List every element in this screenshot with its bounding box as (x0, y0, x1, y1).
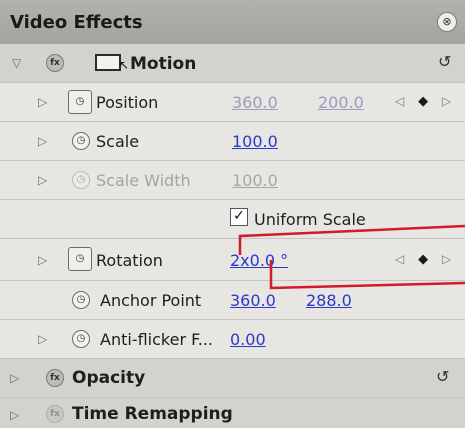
rotation-stopwatch-icon[interactable]: ◷ (68, 247, 92, 271)
motion-expand-triangle-icon[interactable]: ▽ (12, 56, 21, 70)
anti-flicker-value[interactable]: 0.00 (230, 330, 266, 349)
uniform-scale-checkbox[interactable]: ✓ (230, 208, 248, 226)
time-remapping-effect-row[interactable]: ▷ fx Time Remapping (0, 398, 465, 428)
motion-fx-toggle-icon[interactable]: fx (46, 54, 64, 72)
add-keyframe-icon[interactable]: ◆ (418, 252, 428, 267)
anchor-point-label: Anchor Point (100, 291, 202, 310)
rotation-label: Rotation (96, 251, 163, 270)
anti-flicker-stopwatch-icon[interactable]: ◷ (72, 330, 90, 348)
anchor-point-stopwatch-icon[interactable]: ◷ (72, 291, 90, 309)
position-row: ▷ ◷ Position 360.0 200.0 ◁ ◆ ▷ (0, 83, 465, 122)
time-remapping-expand-triangle-icon[interactable]: ▷ (10, 408, 19, 422)
time-remapping-label: Time Remapping (72, 404, 233, 424)
add-keyframe-icon[interactable]: ◆ (418, 94, 428, 109)
opacity-fx-toggle-icon[interactable]: fx (46, 369, 64, 387)
time-remapping-fx-toggle-icon[interactable]: fx (46, 405, 64, 423)
panel-menu-button[interactable]: ⊗ (437, 12, 457, 32)
scale-label: Scale (96, 132, 140, 151)
anchor-point-y-value[interactable]: 288.0 (306, 291, 352, 310)
position-x-value[interactable]: 360.0 (232, 93, 278, 112)
position-y-value[interactable]: 200.0 (318, 93, 364, 112)
panel-header: Video Effects ⊗ (0, 0, 465, 45)
motion-effect-icon: ↖ (95, 54, 129, 72)
motion-effect-row[interactable]: ▽ fx ↖ Motion ↺ (0, 44, 465, 83)
scale-value[interactable]: 100.0 (232, 132, 278, 151)
motion-label: Motion (130, 54, 197, 74)
scale-expand-triangle-icon[interactable]: ▷ (38, 134, 47, 148)
cursor-arrow-icon: ↖ (118, 58, 129, 72)
video-effects-panel: Video Effects ⊗ ▽ fx ↖ Motion ↺ ▷ ◷ Posi… (0, 0, 465, 428)
opacity-expand-triangle-icon[interactable]: ▷ (10, 371, 19, 385)
panel-title: Video Effects (10, 12, 143, 33)
position-keyframe-controls: ◁ ◆ ▷ (395, 94, 451, 109)
position-expand-triangle-icon[interactable]: ▷ (38, 95, 47, 109)
position-stopwatch-icon[interactable]: ◷ (68, 90, 92, 114)
anchor-point-row: ◷ Anchor Point 360.0 288.0 (0, 281, 465, 320)
opacity-reset-icon[interactable]: ↺ (436, 367, 449, 386)
scale-width-value: 100.0 (232, 171, 278, 190)
opacity-effect-row[interactable]: ▷ fx Opacity ↺ (0, 359, 465, 398)
rotation-value[interactable]: 2x0.0 ° (230, 251, 288, 270)
anti-flicker-row: ▷ ◷ Anti-flicker F... 0.00 (0, 320, 465, 359)
keyframe-next-icon[interactable]: ▷ (442, 252, 451, 266)
scale-width-stopwatch-icon: ◷ (72, 171, 90, 189)
anti-flicker-label: Anti-flicker F... (100, 330, 213, 349)
scale-stopwatch-icon[interactable]: ◷ (72, 132, 90, 150)
keyframe-prev-icon[interactable]: ◁ (395, 94, 404, 108)
keyframe-prev-icon[interactable]: ◁ (395, 252, 404, 266)
scale-row: ▷ ◷ Scale 100.0 (0, 122, 465, 161)
rotation-row: ▷ ◷ Rotation 2x0.0 ° ◁ ◆ ▷ (0, 239, 465, 281)
scale-width-row: ▷ ◷ Scale Width 100.0 (0, 161, 465, 200)
uniform-scale-label: Uniform Scale (254, 210, 366, 229)
position-label: Position (96, 93, 159, 112)
anti-flicker-expand-triangle-icon[interactable]: ▷ (38, 332, 47, 346)
rotation-expand-triangle-icon[interactable]: ▷ (38, 253, 47, 267)
anchor-point-x-value[interactable]: 360.0 (230, 291, 276, 310)
keyframe-next-icon[interactable]: ▷ (442, 94, 451, 108)
opacity-label: Opacity (72, 368, 146, 388)
scale-width-label: Scale Width (96, 171, 191, 190)
rotation-keyframe-controls: ◁ ◆ ▷ (395, 252, 451, 267)
scale-width-expand-triangle-icon[interactable]: ▷ (38, 173, 47, 187)
motion-reset-icon[interactable]: ↺ (438, 52, 451, 71)
uniform-scale-row: ✓ Uniform Scale (0, 200, 465, 239)
